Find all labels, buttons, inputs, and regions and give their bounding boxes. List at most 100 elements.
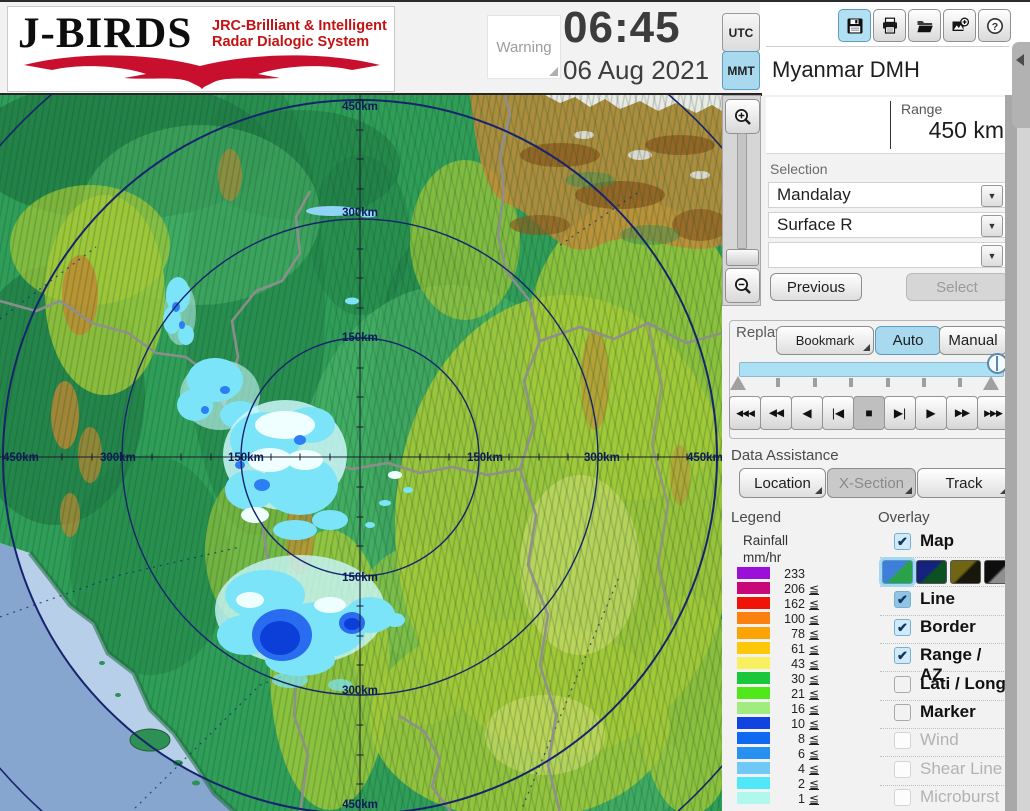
zoom-slider-track[interactable] bbox=[737, 133, 747, 249]
lati-long-checkbox[interactable] bbox=[894, 676, 911, 693]
bookmark-button[interactable]: Bookmark bbox=[776, 326, 874, 355]
zoom-in-button[interactable] bbox=[725, 99, 760, 134]
legend-value: 16 bbox=[745, 702, 805, 716]
rewind-triple-icon: ◀◀◀ bbox=[736, 408, 754, 419]
extra-dropdown[interactable]: ▼ bbox=[768, 242, 1006, 268]
warning-button[interactable]: Warning bbox=[487, 15, 561, 79]
legend-value: 78 bbox=[745, 627, 805, 641]
legend-comparator: ≦ bbox=[809, 702, 819, 716]
playback-controls: ◀◀◀ ◀◀ ◀ |◀ ■ ▶| ▶ ▶▶ ▶▶▶ bbox=[729, 396, 1008, 430]
overlay-label: Border bbox=[920, 617, 976, 637]
timezone-utc-button[interactable]: UTC bbox=[722, 13, 760, 52]
rewind-double-button[interactable]: ◀◀ bbox=[760, 396, 792, 430]
legend-value: 61 bbox=[745, 642, 805, 656]
range-label: 450km bbox=[3, 452, 39, 464]
map-style-swatch-3[interactable] bbox=[950, 560, 981, 584]
print-icon bbox=[881, 17, 899, 35]
help-button[interactable]: ? bbox=[978, 9, 1011, 42]
range-label: 450km bbox=[687, 452, 722, 464]
previous-button[interactable]: Previous bbox=[770, 273, 862, 301]
manual-mode-button[interactable]: Manual bbox=[939, 326, 1007, 355]
skip-to-start-icon: |◀ bbox=[832, 406, 844, 420]
overlay-label: Lati / Long bbox=[920, 674, 1006, 694]
data-assistance-title: Data Assistance bbox=[731, 447, 839, 464]
slider-tick bbox=[886, 378, 890, 387]
range-label: 300km bbox=[584, 452, 620, 464]
select-button[interactable]: Select bbox=[906, 273, 1008, 301]
range-label: 300km bbox=[342, 685, 378, 697]
legend-comparator: ≦ bbox=[809, 777, 819, 791]
marker-checkbox[interactable] bbox=[894, 704, 911, 721]
step-back-icon: ◀ bbox=[802, 406, 811, 420]
overlay-label: Line bbox=[920, 589, 955, 609]
border-checkbox[interactable] bbox=[894, 619, 911, 636]
range-label: 150km bbox=[228, 452, 264, 464]
play-icon: ▶ bbox=[926, 406, 935, 420]
chevron-down-icon[interactable]: ▼ bbox=[981, 185, 1003, 207]
stop-button[interactable]: ■ bbox=[853, 396, 885, 430]
range-az-checkbox[interactable] bbox=[894, 647, 911, 664]
legend-comparator: ≦ bbox=[809, 642, 819, 656]
slider-tick bbox=[776, 378, 780, 387]
slider-tick bbox=[922, 378, 926, 387]
wind-checkbox[interactable] bbox=[894, 732, 911, 749]
shear-line-checkbox[interactable] bbox=[894, 761, 911, 778]
location-button[interactable]: Location bbox=[739, 468, 826, 498]
map-checkbox[interactable] bbox=[894, 533, 911, 550]
overlay-label: Microburst bbox=[920, 787, 999, 807]
legend-value: 10 bbox=[745, 717, 805, 731]
collapse-panel-tab[interactable] bbox=[1012, 42, 1030, 128]
jbirds-logo: J-BIRDS JRC-Brilliant & Intelligent Rada… bbox=[7, 6, 395, 92]
station-dropdown[interactable]: Mandalay ▼ bbox=[768, 182, 1006, 208]
timezone-mmt-button[interactable]: MMT bbox=[722, 51, 760, 90]
radar-map[interactable]: 450km 300km 150km 150km 300km 450km 450k… bbox=[0, 95, 722, 811]
range-label: 300km bbox=[342, 207, 378, 219]
radar-map-canvas: 450km 300km 150km 150km 300km 450km 450k… bbox=[0, 95, 722, 811]
auto-mode-button[interactable]: Auto bbox=[875, 326, 941, 355]
legend-value: 233 bbox=[745, 567, 805, 581]
zoom-slider-handle[interactable] bbox=[726, 249, 759, 266]
right-margin bbox=[1017, 95, 1030, 811]
save-icon bbox=[846, 17, 864, 35]
map-style-swatch-1[interactable] bbox=[882, 560, 913, 584]
legend-comparator: ≦ bbox=[809, 672, 819, 686]
svg-text:?: ? bbox=[991, 21, 997, 33]
play-button[interactable]: ▶ bbox=[915, 396, 947, 430]
legend-comparator: ≦ bbox=[809, 582, 819, 596]
rewind-double-icon: ◀◀ bbox=[769, 407, 783, 419]
zoom-in-icon bbox=[733, 107, 753, 127]
range-value: 450 km bbox=[880, 117, 1004, 144]
product-dropdown[interactable]: Surface R ▼ bbox=[768, 212, 1006, 238]
line-checkbox[interactable] bbox=[894, 591, 911, 608]
legend-comparator: ≦ bbox=[809, 792, 819, 806]
skip-to-start-button[interactable]: |◀ bbox=[822, 396, 854, 430]
overlay-label: Marker bbox=[920, 702, 976, 722]
overlay-label: Map bbox=[920, 531, 954, 551]
open-file-button[interactable] bbox=[908, 9, 941, 42]
print-button[interactable] bbox=[873, 9, 906, 42]
legend-value: 2 bbox=[745, 777, 805, 791]
save-button[interactable] bbox=[838, 9, 871, 42]
track-button[interactable]: Track bbox=[917, 468, 1011, 498]
legend-comparator: ≦ bbox=[809, 687, 819, 701]
replay-slider-track[interactable] bbox=[739, 362, 1004, 377]
chevron-down-icon[interactable]: ▼ bbox=[981, 215, 1003, 237]
stop-icon: ■ bbox=[865, 406, 872, 420]
right-splitter[interactable] bbox=[1005, 95, 1017, 811]
legend-comparator: ≦ bbox=[809, 732, 819, 746]
rewind-triple-button[interactable]: ◀◀◀ bbox=[729, 396, 761, 430]
microburst-checkbox[interactable] bbox=[894, 789, 911, 806]
add-image-button[interactable] bbox=[943, 9, 976, 42]
overlay-row-microburst: Microburst bbox=[880, 785, 1008, 811]
skip-to-end-button[interactable]: ▶| bbox=[884, 396, 916, 430]
legend-value: 162 bbox=[745, 597, 805, 611]
zoom-out-button[interactable] bbox=[725, 268, 760, 303]
forward-double-button[interactable]: ▶▶ bbox=[946, 396, 978, 430]
x-section-button[interactable]: X-Section bbox=[827, 468, 916, 498]
overlay-title: Overlay bbox=[878, 509, 930, 526]
slider-tick bbox=[958, 378, 962, 387]
map-style-swatch-2[interactable] bbox=[916, 560, 947, 584]
chevron-down-icon[interactable]: ▼ bbox=[981, 245, 1003, 267]
legend-comparator: ≦ bbox=[809, 657, 819, 671]
step-back-button[interactable]: ◀ bbox=[791, 396, 823, 430]
